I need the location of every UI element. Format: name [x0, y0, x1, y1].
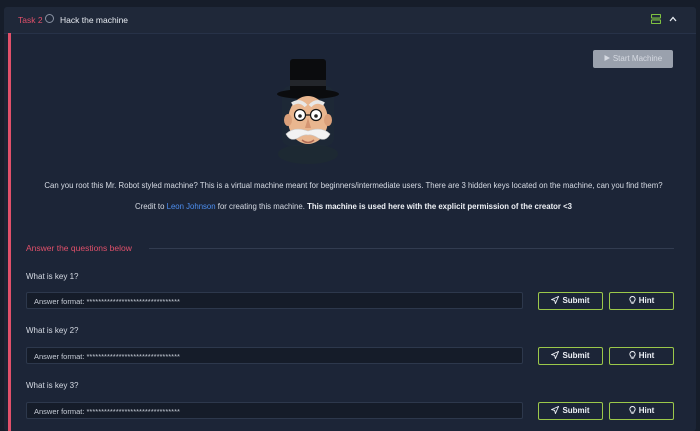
answer-input[interactable]: Answer format: *************************…: [26, 292, 523, 309]
questions-heading: Answer the questions below: [26, 243, 132, 253]
send-icon: [550, 405, 560, 415]
task-panel: Task 2 Hack the machine Start Machine Ca…: [4, 7, 696, 431]
split-layout-icon[interactable]: [651, 14, 661, 24]
submit-button[interactable]: Submit: [538, 347, 603, 365]
send-icon: [550, 350, 560, 360]
chevron-up-icon[interactable]: [668, 14, 678, 24]
submit-label: Submit: [562, 406, 590, 415]
send-icon: [550, 295, 560, 305]
hint-button[interactable]: Hint: [609, 347, 674, 365]
lightbulb-icon: [629, 350, 636, 359]
question-label: What is key 2?: [26, 326, 79, 335]
hint-label: Hint: [638, 351, 655, 360]
task-status-circle-icon: [45, 14, 54, 23]
hint-label: Hint: [638, 406, 655, 415]
task-header[interactable]: Task 2 Hack the machine: [4, 7, 696, 34]
task-description: Can you root this Mr. Robot styled machi…: [44, 181, 663, 190]
submit-button[interactable]: Submit: [538, 402, 603, 420]
mr-robot-avatar: [277, 59, 339, 164]
hint-button[interactable]: Hint: [609, 292, 674, 310]
credit-middle: for creating this machine.: [215, 202, 308, 211]
answer-input[interactable]: Answer format: *************************…: [26, 402, 523, 419]
hint-button[interactable]: Hint: [609, 402, 674, 420]
play-icon: [604, 54, 610, 61]
start-machine-button[interactable]: Start Machine: [593, 50, 673, 68]
question-label: What is key 1?: [26, 272, 79, 281]
hint-label: Hint: [638, 296, 655, 305]
answer-input[interactable]: Answer format: *************************…: [26, 347, 523, 364]
submit-label: Submit: [562, 296, 590, 305]
lightbulb-icon: [629, 295, 636, 304]
permission-note: This machine is used here with the expli…: [307, 202, 573, 211]
question-label: What is key 3?: [26, 381, 79, 390]
task-credit: Credit to Leon Johnson for creating this…: [11, 202, 696, 211]
author-link[interactable]: Leon Johnson: [167, 202, 216, 211]
task-title: Hack the machine: [60, 15, 129, 25]
task-number: Task 2: [18, 15, 43, 25]
task-content: Start Machine Can you root this Mr. Robo…: [11, 34, 696, 431]
submit-label: Submit: [562, 351, 590, 360]
start-machine-label: Start Machine: [612, 54, 663, 63]
questions-divider: [149, 248, 674, 249]
lightbulb-icon: [629, 405, 636, 414]
submit-button[interactable]: Submit: [538, 292, 603, 310]
credit-prefix: Credit to: [134, 202, 167, 211]
